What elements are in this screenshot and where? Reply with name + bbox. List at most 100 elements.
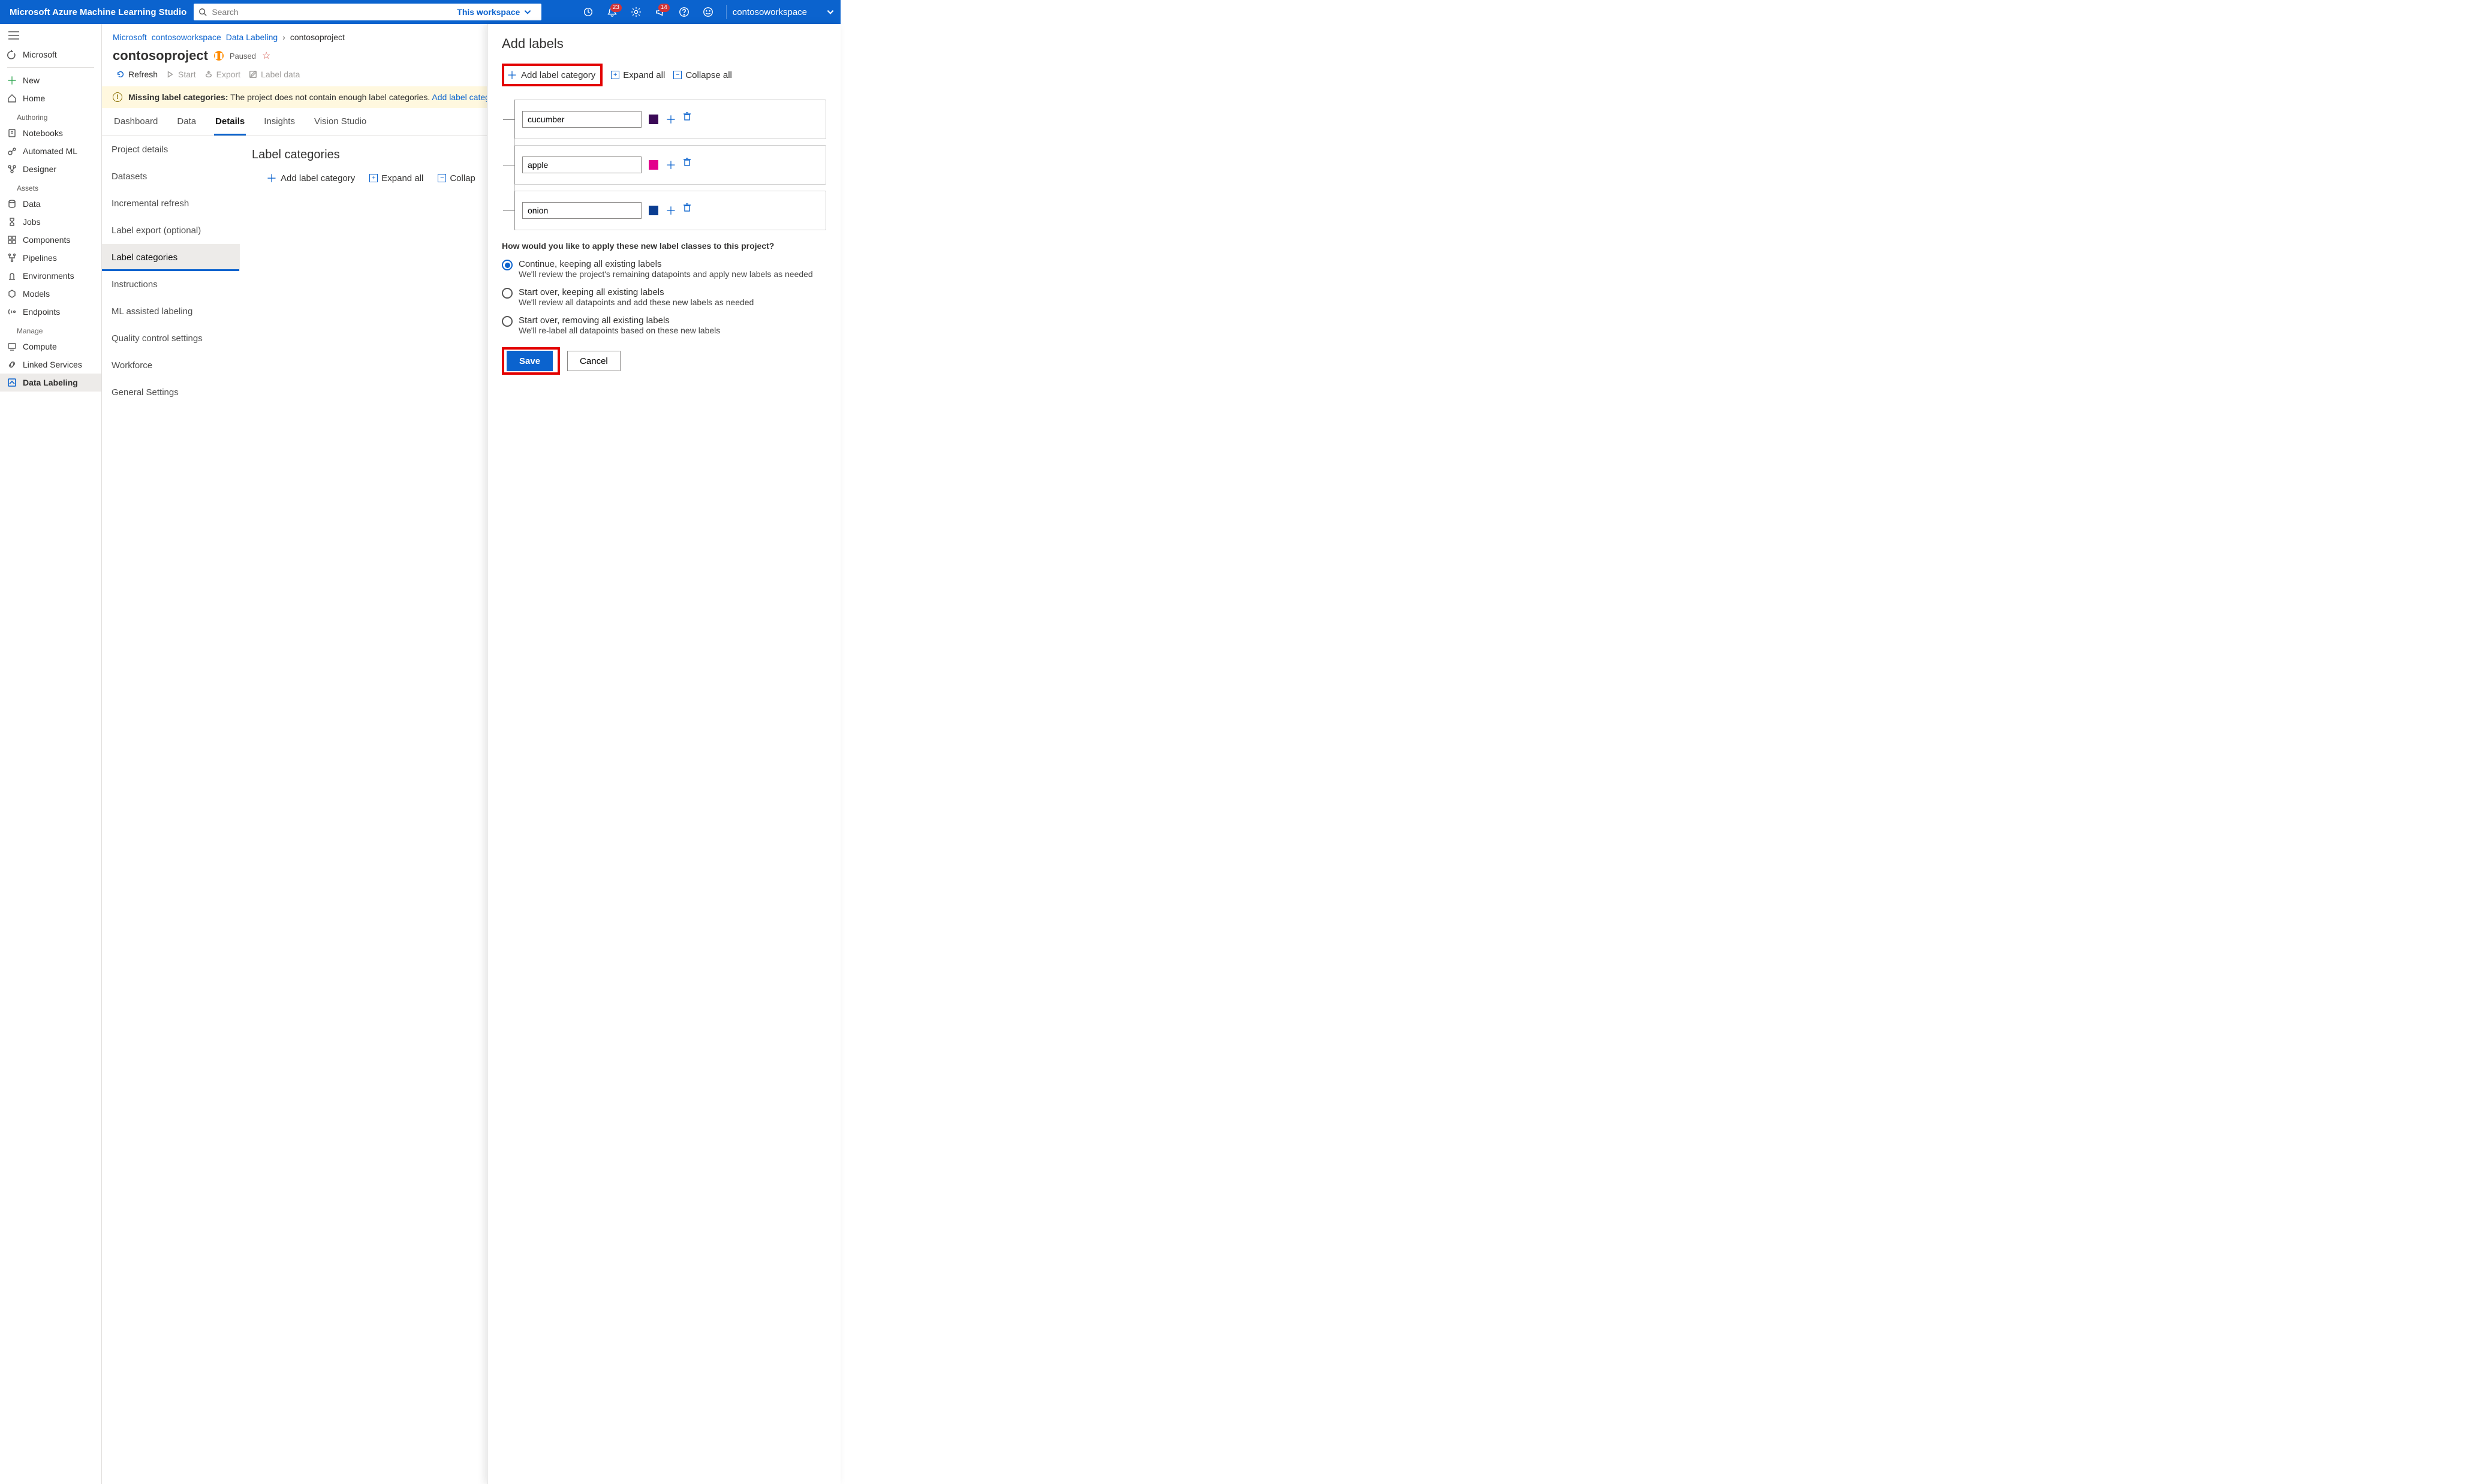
delete-icon[interactable]	[682, 112, 692, 127]
components-icon	[7, 235, 17, 245]
plus-icon: ＋	[7, 76, 17, 85]
apply-option[interactable]: Continue, keeping all existing labelsWe'…	[502, 259, 826, 279]
megaphone-icon[interactable]: 14	[651, 2, 670, 22]
flyout-collapse-all[interactable]: − Collapse all	[673, 70, 732, 80]
radio-icon[interactable]	[502, 316, 513, 327]
flyout-title: Add labels	[502, 36, 826, 52]
subnav-workforce[interactable]: Workforce	[102, 352, 240, 379]
sidebar-components[interactable]: Components	[0, 231, 101, 249]
cancel-button[interactable]: Cancel	[567, 351, 621, 371]
top-bar: Microsoft Azure Machine Learning Studio …	[0, 0, 841, 24]
home-icon	[7, 94, 17, 103]
sidebar-data[interactable]: Data	[0, 195, 101, 213]
flyout-expand-all[interactable]: + Expand all	[611, 70, 665, 80]
label-tree: ＋ ＋ ＋	[514, 100, 826, 230]
cmd-export[interactable]: Export	[204, 70, 240, 79]
tab-vision-studio[interactable]: Vision Studio	[313, 116, 368, 136]
smile-icon[interactable]	[698, 2, 718, 22]
bell-icon[interactable]: 23	[603, 2, 622, 22]
details-expand-all[interactable]: + Expand all	[369, 173, 423, 183]
tab-dashboard[interactable]: Dashboard	[113, 116, 159, 136]
label-color-swatch[interactable]	[649, 206, 658, 215]
tab-data[interactable]: Data	[176, 116, 197, 136]
sidebar-pipelines[interactable]: Pipelines	[0, 249, 101, 267]
hamburger-icon[interactable]	[0, 29, 101, 46]
subnav-general[interactable]: General Settings	[102, 379, 240, 406]
sidebar-section-assets: Assets	[0, 178, 101, 195]
subnav-label-export[interactable]: Label export (optional)	[102, 217, 240, 244]
sidebar-jobs[interactable]: Jobs	[0, 213, 101, 231]
sidebar-notebooks[interactable]: Notebooks	[0, 124, 101, 142]
sidebar-linked[interactable]: Linked Services	[0, 356, 101, 374]
workspace-chevron-icon[interactable]	[826, 8, 835, 16]
help-icon[interactable]	[675, 2, 694, 22]
search-input[interactable]	[207, 7, 452, 17]
radio-icon[interactable]	[502, 260, 513, 270]
collapse-icon: −	[673, 71, 682, 79]
delete-icon[interactable]	[682, 203, 692, 218]
subnav-ml-assisted[interactable]: ML assisted labeling	[102, 298, 240, 325]
label-icon	[249, 70, 257, 79]
save-button[interactable]: Save	[507, 351, 553, 371]
subnav-incremental[interactable]: Incremental refresh	[102, 190, 240, 217]
breadcrumb-microsoft[interactable]: Microsoft	[113, 32, 147, 42]
apply-option[interactable]: Start over, keeping all existing labelsW…	[502, 287, 826, 307]
status-text: Paused	[230, 52, 256, 61]
sidebar-compute[interactable]: Compute	[0, 338, 101, 356]
workspace-name[interactable]: contosoworkspace	[726, 5, 813, 19]
cmd-label[interactable]: Label data	[249, 70, 300, 79]
sidebar: Microsoft ＋ New Home Authoring Notebooks…	[0, 24, 102, 1484]
apply-option[interactable]: Start over, removing all existing labels…	[502, 315, 826, 335]
gear-icon[interactable]	[627, 2, 646, 22]
search-scope[interactable]: This workspace	[452, 7, 537, 17]
sidebar-section-authoring: Authoring	[0, 107, 101, 124]
subnav-label-categories[interactable]: Label categories	[102, 244, 240, 271]
sidebar-endpoints[interactable]: Endpoints	[0, 303, 101, 321]
add-child-icon[interactable]: ＋	[666, 203, 676, 218]
clock-icon[interactable]	[579, 2, 598, 22]
radio-icon[interactable]	[502, 288, 513, 299]
refresh-icon	[116, 70, 125, 79]
add-labels-panel: Add labels ＋ Add label category + Expand…	[487, 24, 841, 1484]
delete-icon[interactable]	[682, 157, 692, 173]
label-name-input[interactable]	[522, 202, 642, 219]
compute-icon	[7, 342, 17, 351]
subnav-project-details[interactable]: Project details	[102, 136, 240, 163]
sidebar-home[interactable]: Home	[0, 89, 101, 107]
pause-icon: ❚❚	[214, 51, 224, 61]
cmd-start[interactable]: Start	[166, 70, 196, 79]
details-add-category[interactable]: ＋ Add label category	[266, 170, 355, 186]
details-collapse-all[interactable]: − Collap	[438, 173, 475, 183]
details-subnav: Project details Datasets Incremental ref…	[102, 136, 240, 1484]
sidebar-labeling[interactable]: Data Labeling	[0, 374, 101, 392]
subnav-instructions[interactable]: Instructions	[102, 271, 240, 298]
breadcrumb-workspace[interactable]: contosoworkspace	[152, 32, 221, 42]
sidebar-environments[interactable]: Environments	[0, 267, 101, 285]
breadcrumb-datalabeling[interactable]: Data Labeling	[226, 32, 278, 42]
search-wrap[interactable]: This workspace	[194, 4, 541, 20]
subnav-quality[interactable]: Quality control settings	[102, 325, 240, 352]
sidebar-section-manage: Manage	[0, 321, 101, 338]
favorite-star-icon[interactable]: ☆	[262, 50, 270, 62]
flyout-add-category[interactable]: ＋ Add label category	[507, 67, 595, 83]
sidebar-designer[interactable]: Designer	[0, 160, 101, 178]
sidebar-back[interactable]: Microsoft	[0, 46, 101, 64]
label-color-swatch[interactable]	[649, 115, 658, 124]
sidebar-new[interactable]: ＋ New	[0, 71, 101, 89]
sidebar-automl[interactable]: Automated ML	[0, 142, 101, 160]
label-name-input[interactable]	[522, 156, 642, 173]
apply-question: How would you like to apply these new la…	[502, 241, 826, 251]
sidebar-models[interactable]: Models	[0, 285, 101, 303]
tab-insights[interactable]: Insights	[263, 116, 296, 136]
subnav-datasets[interactable]: Datasets	[102, 163, 240, 190]
cmd-refresh[interactable]: Refresh	[116, 70, 158, 79]
chevron-down-icon	[523, 8, 532, 16]
label-name-input[interactable]	[522, 111, 642, 128]
radio-sub: We'll re-label all datapoints based on t…	[519, 326, 720, 335]
label-color-swatch[interactable]	[649, 160, 658, 170]
add-child-icon[interactable]: ＋	[666, 157, 676, 173]
add-child-icon[interactable]: ＋	[666, 112, 676, 127]
highlight-add-category: ＋ Add label category	[502, 64, 603, 86]
tab-details[interactable]: Details	[214, 116, 246, 136]
models-icon	[7, 289, 17, 299]
